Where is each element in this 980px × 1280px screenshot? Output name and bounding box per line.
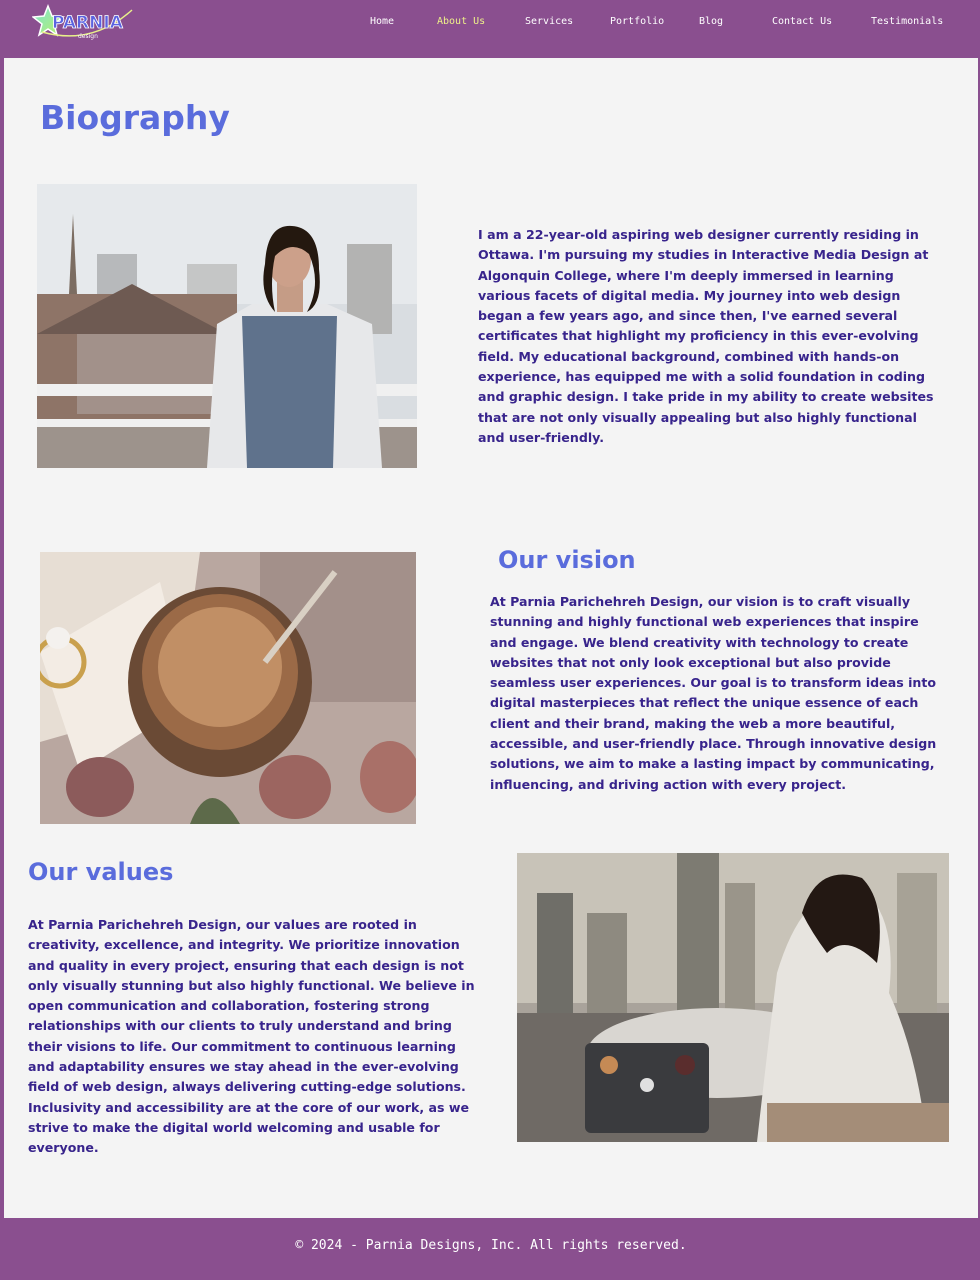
vision-heading: Our vision	[498, 546, 636, 574]
values-heading: Our values	[28, 858, 174, 886]
vision-photo	[40, 552, 416, 824]
nav-blog[interactable]: Blog	[699, 16, 723, 27]
values-text: At Parnia Parichehreh Design, our values…	[28, 917, 475, 1156]
brand-logo[interactable]: PARNIA design	[31, 2, 136, 44]
logo-text: PARNIA	[52, 13, 124, 33]
nav-testimonials[interactable]: Testimonials	[871, 16, 943, 27]
nav-about-us[interactable]: About Us	[437, 16, 485, 27]
copyright-text: © 2024 - Parnia Designs, Inc. All rights…	[295, 1238, 687, 1253]
logo-subtext: design	[78, 33, 98, 40]
biography-text: I am a 22-year-old aspiring web designer…	[478, 227, 934, 445]
page: PARNIA design Home About Us Services Por…	[4, 0, 978, 1280]
navbar: PARNIA design Home About Us Services Por…	[4, 0, 978, 58]
nav-contact-us[interactable]: Contact Us	[772, 16, 832, 27]
logo-graphic: PARNIA design	[31, 3, 133, 40]
biography-heading: Biography	[40, 98, 230, 137]
footer: © 2024 - Parnia Designs, Inc. All rights…	[4, 1218, 978, 1280]
biography-photo	[37, 184, 417, 468]
values-photo	[517, 853, 949, 1142]
nav-home[interactable]: Home	[370, 16, 394, 27]
nav-services[interactable]: Services	[525, 16, 573, 27]
nav-portfolio[interactable]: Portfolio	[610, 16, 664, 27]
vision-text: At Parnia Parichehreh Design, our vision…	[490, 594, 937, 792]
